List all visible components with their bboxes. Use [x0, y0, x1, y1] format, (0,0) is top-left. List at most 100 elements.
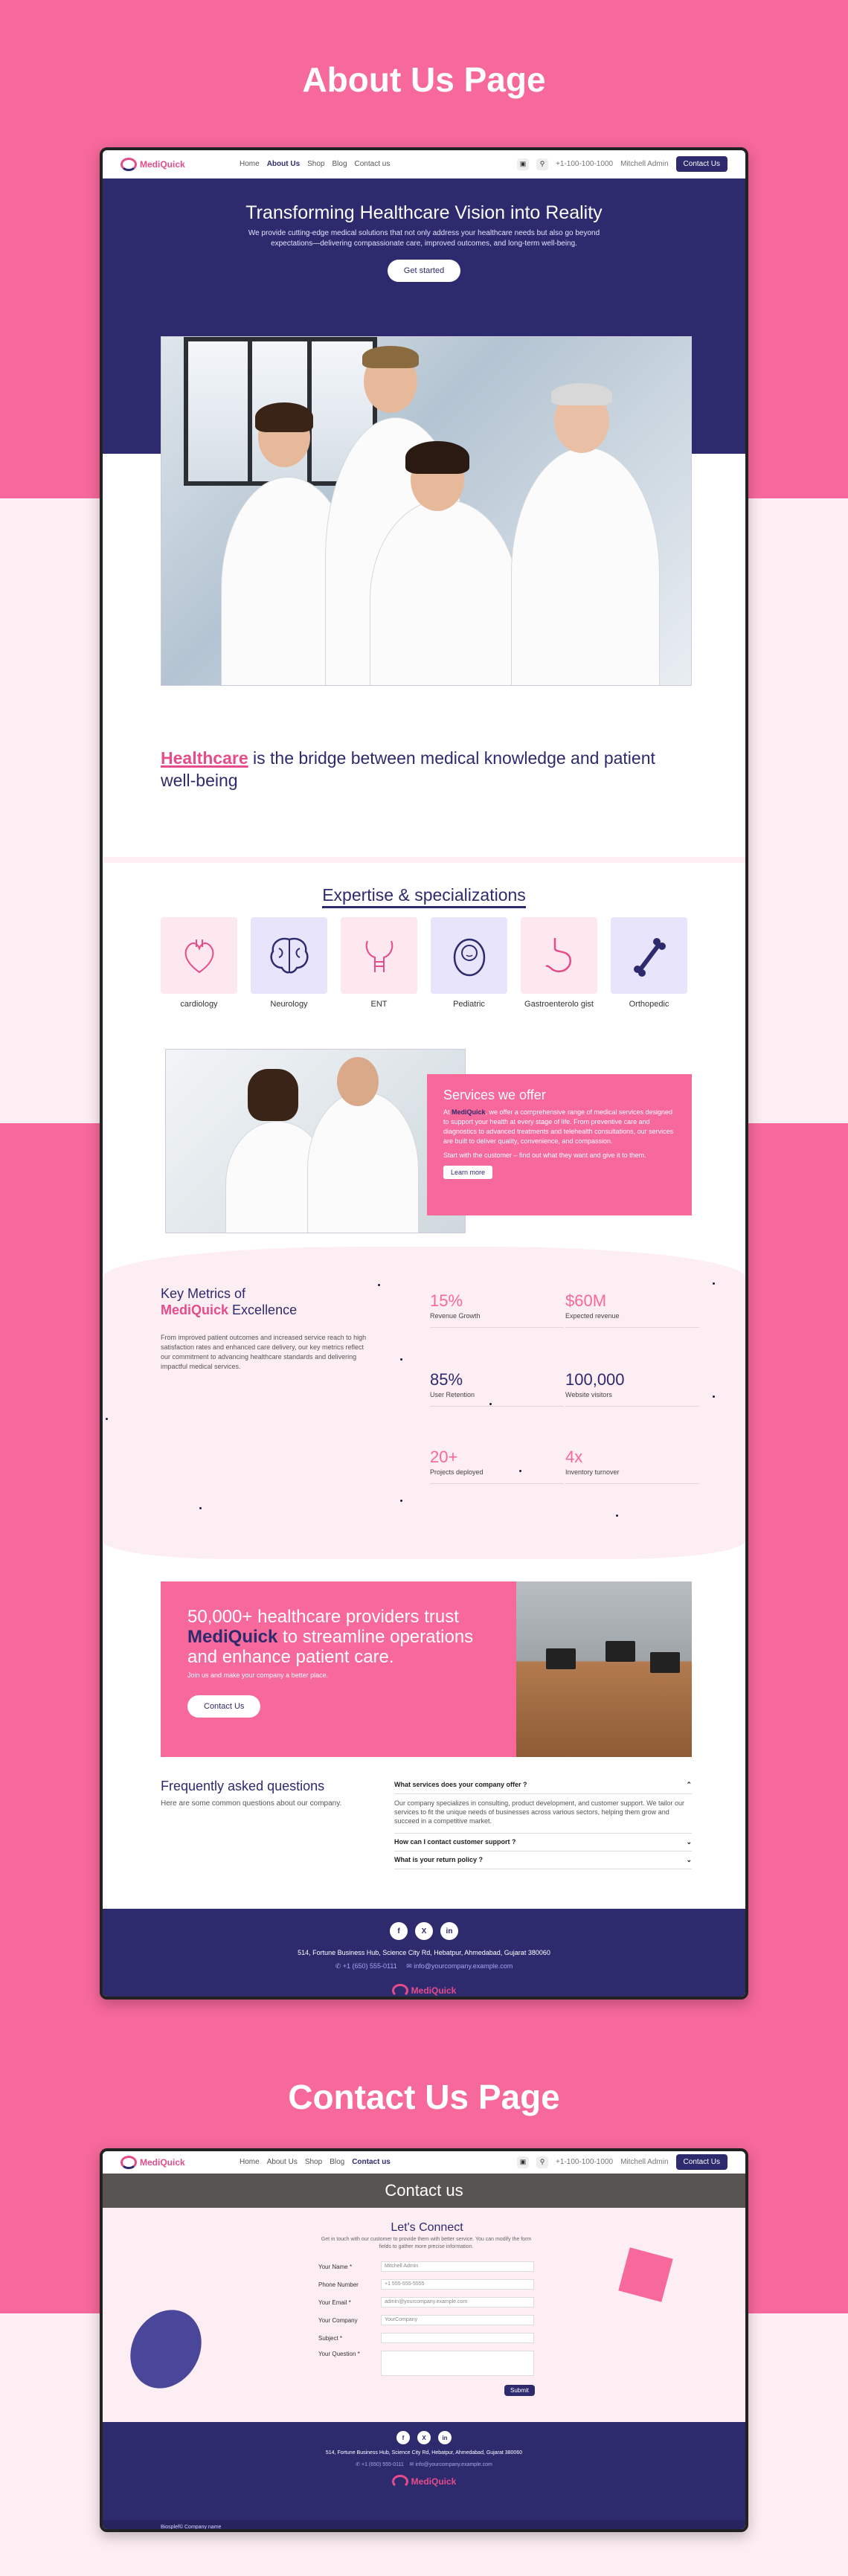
services-title: Services we offer [443, 1088, 546, 1102]
metric-value: 15% [430, 1291, 463, 1310]
footer-logo[interactable]: MediQuick [391, 1984, 457, 1997]
trust-contact-button[interactable]: Contact Us [187, 1695, 261, 1718]
baby-icon [453, 938, 485, 976]
cart-icon[interactable]: ▣ [517, 158, 530, 170]
faq-item[interactable]: What services does your company offer ? ⌃ [394, 1776, 692, 1794]
contact-us-button[interactable]: Contact Us [675, 156, 727, 172]
faq-item[interactable]: What is your return policy ? ⌄ [394, 1851, 692, 1869]
account-menu[interactable]: Mitchell Admin [620, 2158, 668, 2166]
learn-more-button[interactable]: Learn more [443, 1166, 493, 1179]
footer-logo[interactable]: MediQuick [391, 2475, 456, 2488]
cart-icon[interactable]: ▣ [517, 2156, 530, 2168]
field-label: Your Email * [318, 2299, 351, 2306]
services-text-pre: At [443, 1108, 450, 1116]
company-field[interactable]: YourCompany [381, 2315, 534, 2325]
metric-value: 85% [430, 1370, 463, 1389]
name-field[interactable]: Mitchell Admin [381, 2261, 534, 2272]
search-icon[interactable]: ⚲ [536, 2156, 549, 2168]
account-menu[interactable]: Mitchell Admin [620, 160, 668, 168]
spec-neurology[interactable]: Neurology [251, 917, 327, 1009]
nav-home[interactable]: Home [240, 2158, 260, 2166]
about-section-title: About Us Page [302, 60, 546, 99]
submit-button[interactable]: Submit [504, 2385, 535, 2396]
navbar: MediQuick Home About Us Shop Blog Contac… [103, 150, 745, 179]
footer-address: 514, Fortune Business Hub, Science City … [298, 1949, 550, 1956]
spec-ent[interactable]: ENT [341, 917, 417, 1009]
get-started-button[interactable]: Get started [387, 260, 461, 282]
email-field[interactable]: admin@yourcompany.example.com [381, 2297, 534, 2307]
footer-phone[interactable]: +1 (650) 555-0111 [343, 1962, 397, 1970]
spec-card [521, 917, 597, 994]
search-icon[interactable]: ⚲ [536, 158, 549, 170]
metrics-title-pre: Key Metrics of [161, 1286, 246, 1301]
nav-contact[interactable]: Contact us [352, 2158, 391, 2166]
logo-text: MediQuick [140, 2156, 185, 2168]
question-field[interactable] [381, 2351, 534, 2376]
faq-item[interactable]: How can I contact customer support ? ⌄ [394, 1834, 692, 1851]
trust-line1: 50,000+ healthcare providers trust [187, 1607, 459, 1627]
faq-section: Frequently asked questions Here are some… [103, 1767, 745, 1909]
faq-list: What services does your company offer ? ⌃… [394, 1776, 692, 1869]
doctor-hair [362, 346, 419, 368]
x-icon[interactable]: X [415, 1922, 433, 1940]
nav-links: Home About Us Shop Blog Contact us [240, 2158, 391, 2166]
footer-email[interactable]: info@yourcompany.example.com [415, 2462, 492, 2467]
metric-label: Revenue Growth [430, 1312, 481, 1320]
tagline: Healthcare is the bridge between medical… [103, 716, 745, 791]
trust-brand: MediQuick [187, 1627, 278, 1647]
logo-icon [391, 2475, 408, 2488]
faq-question: What services does your company offer ? [394, 1781, 527, 1788]
spec-cardiology[interactable]: cardiology [161, 917, 237, 1009]
faq-question: What is your return policy ? [394, 1856, 484, 1863]
subject-field[interactable] [381, 2333, 534, 2343]
services-card: Services we offer At MediQuick, we offer… [427, 1074, 692, 1215]
form-row-question: Your Question * [318, 2351, 534, 2376]
footer-address: 514, Fortune Business Hub, Science City … [325, 2450, 523, 2455]
logo-icon [121, 2155, 137, 2169]
footer-phone[interactable]: +1 (650) 555-0111 [362, 2462, 404, 2467]
logo[interactable]: MediQuick [121, 2155, 240, 2169]
decor-dot [713, 1395, 715, 1398]
nav-blog[interactable]: Blog [333, 160, 347, 168]
laptop-decor [546, 1648, 576, 1669]
phone-number[interactable]: +1-100-100-1000 [556, 160, 613, 168]
spec-label: Orthopedic [629, 1000, 669, 1009]
contact-us-button[interactable]: Contact Us [675, 2154, 727, 2170]
doctor-head [337, 1057, 379, 1106]
nav-shop[interactable]: Shop [305, 2158, 322, 2166]
logo[interactable]: MediQuick [121, 157, 240, 171]
contact-page-frame: MediQuick Home About Us Shop Blog Contac… [100, 2148, 748, 2532]
facebook-icon[interactable]: f [390, 1922, 408, 1940]
nav-home[interactable]: Home [240, 160, 260, 168]
nav-contact[interactable]: Contact us [355, 160, 391, 168]
spec-pediatric[interactable]: Pediatric [431, 917, 507, 1009]
trust-section: 50,000+ healthcare providers trust MediQ… [103, 1559, 745, 1757]
phone-field[interactable]: +1 555-555-5555 [381, 2279, 534, 2290]
linkedin-icon[interactable]: in [438, 2431, 452, 2444]
decor-dot [616, 1515, 618, 1517]
specializations-section: Expertise & specializations cardiology N… [103, 863, 745, 1009]
footer-email[interactable]: info@yourcompany.example.com [414, 1962, 513, 1970]
nav-about[interactable]: About Us [267, 2158, 298, 2166]
linkedin-icon[interactable]: in [440, 1922, 458, 1940]
x-icon[interactable]: X [417, 2431, 431, 2444]
nav-about[interactable]: About Us [267, 160, 300, 168]
spec-gastro[interactable]: Gastroenterolo gist [521, 917, 597, 1009]
doctor-figure [370, 499, 518, 685]
field-label: Your Name * [318, 2263, 353, 2270]
trust-sub: Join us and make your company a better p… [187, 1671, 329, 1679]
spec-orthopedic[interactable]: Orthopedic [611, 917, 687, 1009]
phone-number[interactable]: +1-100-100-1000 [556, 2158, 613, 2166]
decor-dot [489, 1403, 492, 1405]
copyright: Biosplef© Company name [103, 2520, 745, 2529]
facebook-icon[interactable]: f [396, 2431, 410, 2444]
metric-label: Website visitors [565, 1391, 612, 1398]
decor-dot [713, 1282, 715, 1285]
nav-shop[interactable]: Shop [307, 160, 324, 168]
nav-blog[interactable]: Blog [330, 2158, 344, 2166]
services-section: Services we offer At MediQuick, we offer… [103, 1027, 745, 1242]
bone-icon [633, 937, 666, 977]
contact-text: Get in touch with our customer to provid… [321, 2237, 532, 2249]
trust-card: 50,000+ healthcare providers trust MediQ… [161, 1581, 692, 1757]
logo-text: MediQuick [411, 1985, 457, 1996]
